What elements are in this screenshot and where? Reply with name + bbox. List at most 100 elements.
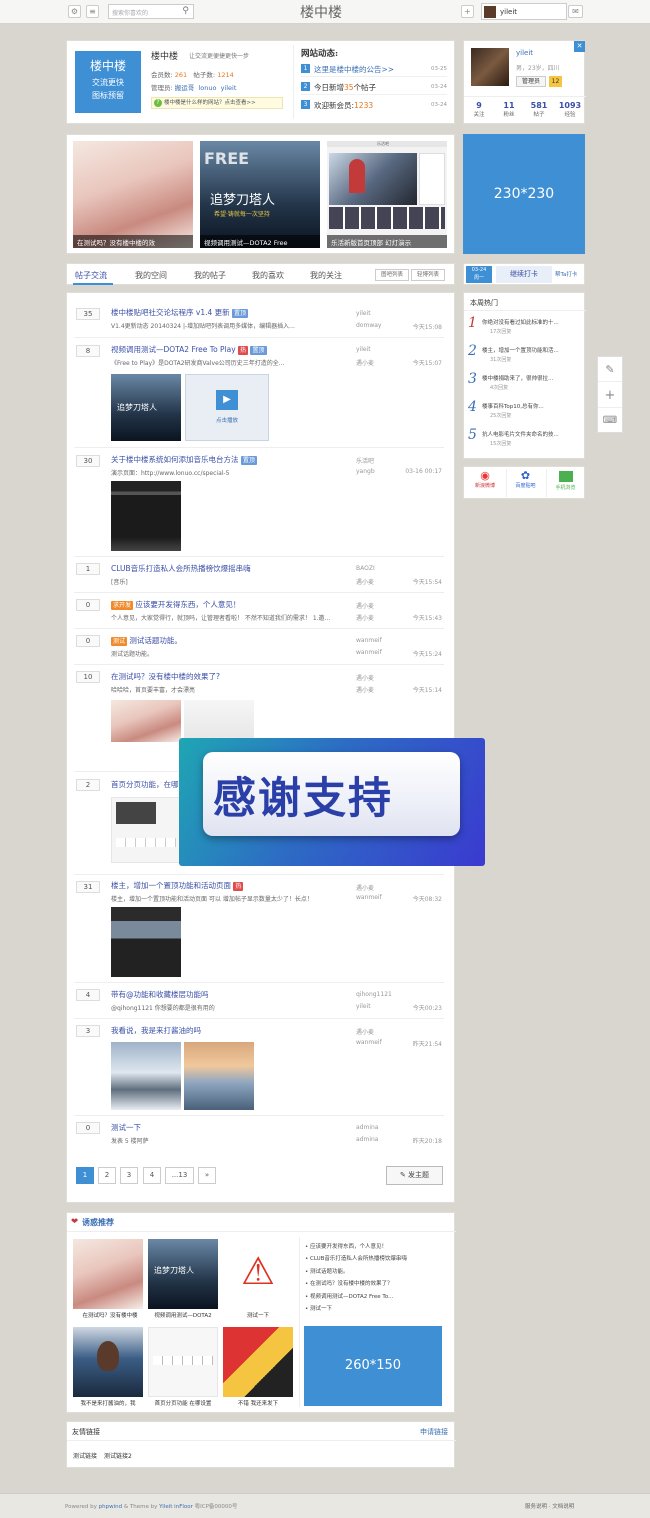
recommend-caption[interactable]: 我不是来打酱油的，我 [71, 1399, 145, 1407]
tab-posts[interactable]: 帖子交流 [75, 270, 107, 281]
post-row[interactable]: 0 测试 测试话题功能。 测试话题功能。 wanmeif wanmeif 今天1… [74, 632, 444, 665]
news-item[interactable]: 2 今日新增35个帖子 03-24 [301, 81, 447, 95]
apply-link[interactable]: 申请链接 [420, 1427, 448, 1437]
post-row[interactable]: 35 楼中楼贴吧社交论坛程序 v1.4 更新 置顶 V1.4更新动态 20140… [74, 305, 444, 338]
message-icon[interactable]: ✉ [568, 5, 583, 18]
post-title[interactable]: 应该要开发得东西，个人意见！ [135, 600, 240, 609]
category-badge[interactable]: 求开发 [111, 600, 134, 610]
menu-icon[interactable]: ≡ [86, 5, 99, 18]
last-reply-author[interactable]: wanmeif [356, 1039, 382, 1046]
page-1[interactable]: 1 [76, 1167, 94, 1184]
recommend-caption[interactable]: 在测试吗？没有楼中楼 [73, 1311, 147, 1319]
recommend-link[interactable]: • 应该要开发得东西，个人意见！ [305, 1241, 407, 1253]
post-author[interactable]: 遇小麦 [356, 1027, 374, 1036]
recommend-link[interactable]: • 测试一下 [305, 1303, 407, 1315]
view-blog-button[interactable]: 轻博列表 [411, 269, 445, 281]
post-author[interactable]: qihong1121 [356, 991, 392, 998]
ad-slot-230[interactable]: 230*230 [463, 134, 585, 254]
new-topic-button[interactable]: ✎ 发主题 [386, 1166, 443, 1185]
keyboard-icon[interactable]: ⌨ [598, 409, 622, 433]
recommend-caption[interactable]: 视频调用测试—DOTA2 [146, 1311, 220, 1319]
post-title[interactable]: 我看说，我是来打酱油的吗 [111, 1025, 201, 1036]
last-reply-author[interactable]: 遇小麦 [356, 613, 374, 622]
post-author[interactable]: 遇小麦 [356, 673, 374, 682]
hot-item[interactable]: 5 抗人电影毛片文件夹命名的技... 15次回复 [464, 427, 586, 453]
post-title[interactable]: 测试一下 [111, 1122, 141, 1133]
play-icon[interactable]: ▶ [216, 390, 238, 410]
tab-my-posts[interactable]: 我的帖子 [194, 270, 226, 281]
plus-icon[interactable]: + [598, 383, 622, 408]
weibo-share[interactable]: ◉ 新浪微博 [466, 469, 504, 497]
news-item[interactable]: 3 欢迎新会员:1233 03-24 [301, 99, 447, 113]
post-title[interactable]: 测试话题功能。 [129, 636, 182, 645]
user-menu[interactable]: yileit [481, 3, 567, 20]
category-badge[interactable]: 测试 [111, 636, 128, 646]
tab-follows[interactable]: 我的关注 [310, 270, 342, 281]
post-image[interactable] [111, 797, 181, 863]
checkin-button[interactable]: 继续打卡 [496, 266, 552, 283]
search-input[interactable]: 搜索你喜欢的 [112, 8, 148, 17]
help-checkin-link[interactable]: 帮Ta打卡 [555, 270, 577, 278]
post-author[interactable]: yileit [356, 346, 371, 353]
recommend-caption[interactable]: 首页分页功能 在哪设置 [146, 1399, 220, 1407]
hot-item[interactable]: 4 楼事百科Top10,总有你... 25次回复 [464, 399, 586, 425]
recommend-link[interactable]: • 视频调用测试—DOTA2 Free To... [305, 1291, 407, 1303]
post-image[interactable] [111, 481, 181, 551]
post-title[interactable]: 楼中楼贴吧社交论坛程序 v1.4 更新 [111, 308, 230, 317]
post-title[interactable]: 在测试吗？没有楼中楼的效果了? [111, 671, 220, 682]
post-title[interactable]: 视频调用测试—DOTA2 Free To Play [111, 345, 236, 354]
admin-link[interactable]: 搬运哥 [175, 84, 195, 92]
phpwind-link[interactable]: phpwind [99, 1504, 122, 1510]
admin-link[interactable]: lonuo [198, 84, 216, 92]
post-image[interactable] [111, 1042, 181, 1110]
post-row[interactable]: 4 带有@功能和收藏楼层功能吗 @qihong1121 你想要的都是很有用的 q… [74, 986, 444, 1019]
last-reply-author[interactable]: 遇小麦 [356, 577, 374, 586]
post-author[interactable]: BAOZI [356, 565, 375, 572]
recommend-caption[interactable]: 不错 我还来发下 [221, 1399, 295, 1407]
post-image[interactable] [184, 1042, 254, 1110]
post-image[interactable] [184, 700, 254, 742]
settings-icon[interactable]: ⚙ [68, 5, 81, 18]
post-author[interactable]: 乐活吧 [356, 456, 374, 465]
post-row[interactable]: 0 求开发 应该要开发得东西，个人意见！ 个人意见，大家觉得行，就顶吗，让管理者… [74, 596, 444, 629]
friend-link[interactable]: 测试链接2 [104, 1451, 132, 1460]
view-list-button[interactable]: 图吧列表 [375, 269, 409, 281]
page-4[interactable]: 4 [143, 1167, 161, 1184]
last-reply-author[interactable]: wanmeif [356, 649, 382, 656]
tieba-share[interactable]: ✿ 百度贴吧 [506, 469, 544, 497]
stat-fans[interactable]: 11 粉丝 [494, 101, 524, 118]
hot-item[interactable]: 3 楼中楼捐助来了，很帅很拉... 4次回复 [464, 371, 586, 397]
intro-tip[interactable]: ? 楼中楼是什么样的网站？点击查看>> [151, 97, 283, 109]
recommend-image[interactable]: 追梦刀塔人 [148, 1239, 218, 1309]
admin-link[interactable]: yileit [221, 84, 237, 92]
recommend-caption[interactable]: 测试一下 [221, 1311, 295, 1319]
page-3[interactable]: 3 [120, 1167, 138, 1184]
slide-image[interactable]: 乐活吧 乐活新版首页顶部 幻灯演示 [327, 141, 447, 248]
post-title[interactable]: 楼主，增加一个置顶功能和活动页面 [111, 881, 231, 890]
profile-avatar[interactable] [471, 48, 509, 86]
post-author[interactable]: admina [356, 1124, 378, 1131]
video-player[interactable]: ▶ 点击播放 [185, 374, 269, 441]
last-reply-author[interactable]: 遇小麦 [356, 358, 374, 367]
slide-image[interactable]: FREE 追梦刀塔人 希望·铸就每一次坚持 视频调用测试—DOTA2 Free [200, 141, 320, 248]
tab-likes[interactable]: 我的喜欢 [252, 270, 284, 281]
post-row[interactable]: 1 CLUB音乐打造私人会所热播榜饮爆摇串嗨 [音乐] BAOZI 遇小麦 今天… [74, 560, 444, 593]
recommend-link[interactable]: • CLUB音乐打造私人会所热播榜饮爆串嗨 [305, 1253, 407, 1265]
add-icon[interactable]: + [461, 5, 474, 18]
next-page[interactable]: » [198, 1167, 216, 1184]
hot-item[interactable]: 1 你绝对没有看过如此标准的十... 17次回复 [464, 315, 586, 341]
post-title[interactable]: 带有@功能和收藏楼层功能吗 [111, 989, 209, 1000]
post-row[interactable]: 8 视频调用测试—DOTA2 Free To Play 热 置顶 《Free t… [74, 341, 444, 448]
site-logo[interactable]: 楼中楼 交流更快 图标预留 [75, 51, 141, 113]
page-2[interactable]: 2 [98, 1167, 116, 1184]
slide-image[interactable]: 在测试吗？没有楼中楼的效 [73, 141, 193, 248]
stat-posts[interactable]: 581 帖子 [524, 101, 554, 118]
post-author[interactable]: 遇小麦 [356, 601, 374, 610]
recommend-link[interactable]: • 测试话题功能。 [305, 1266, 407, 1278]
last-reply-author[interactable]: domway [356, 322, 381, 329]
profile-name[interactable]: yileit [516, 49, 533, 57]
theme-link[interactable]: Yileit inFloor [159, 1504, 193, 1510]
last-reply-author[interactable]: yileit [356, 1003, 371, 1010]
post-image[interactable]: 追梦刀塔人 [111, 374, 181, 441]
site-title[interactable]: 楼中楼 [300, 2, 342, 22]
